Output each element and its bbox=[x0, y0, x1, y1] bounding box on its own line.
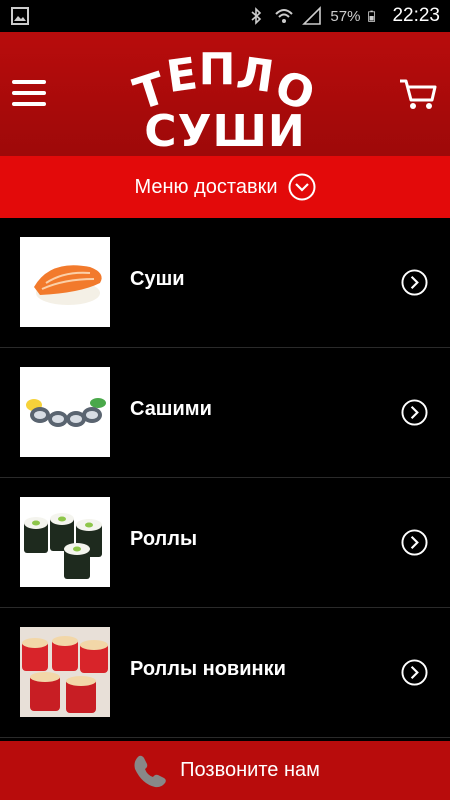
delivery-menu-toggle[interactable]: Меню доставки bbox=[0, 156, 450, 218]
chevron-right-circle-icon bbox=[401, 529, 428, 556]
battery-icon bbox=[368, 10, 376, 22]
call-us-label: Позвоните нам bbox=[180, 759, 320, 781]
chevron-right-circle-icon bbox=[401, 659, 428, 686]
sashimi-image bbox=[20, 367, 110, 457]
cart-icon[interactable] bbox=[398, 76, 438, 112]
new-rolls-image bbox=[20, 627, 110, 717]
menu-line bbox=[12, 80, 46, 84]
category-item-new-rolls[interactable]: Роллы новинки bbox=[0, 608, 450, 738]
menu-line bbox=[12, 91, 46, 95]
delivery-menu-label: Меню доставки bbox=[134, 175, 278, 198]
rolls-image bbox=[20, 497, 110, 587]
category-label: Суши bbox=[130, 268, 185, 290]
gallery-notification-icon bbox=[11, 7, 29, 25]
app-header: ТЕПЛО СУШИ bbox=[0, 32, 450, 156]
phone-icon bbox=[134, 755, 166, 787]
category-item-sushi[interactable]: Суши bbox=[0, 218, 450, 348]
bluetooth-icon bbox=[251, 7, 262, 25]
category-label: Роллы bbox=[130, 528, 198, 550]
category-item-rolls[interactable]: Роллы bbox=[0, 478, 450, 608]
status-bar: 57% 22:23 bbox=[0, 0, 450, 32]
call-us-button[interactable]: Позвоните нам bbox=[0, 741, 450, 800]
sushi-image bbox=[20, 237, 110, 327]
chevron-right-circle-icon bbox=[401, 269, 428, 296]
category-label: Сашими bbox=[130, 398, 212, 420]
category-list: Суши Сашими Роллы Роллы новинки bbox=[0, 218, 450, 738]
logo-text-bottom: СУШИ bbox=[144, 106, 306, 157]
wifi-icon bbox=[275, 9, 294, 23]
clock: 22:23 bbox=[392, 5, 440, 26]
menu-line bbox=[12, 102, 46, 106]
category-label: Роллы новинки bbox=[130, 658, 286, 680]
hamburger-menu-button[interactable] bbox=[12, 80, 46, 108]
logo-text-top: ТЕПЛО bbox=[127, 44, 323, 122]
chevron-down-circle-icon bbox=[288, 173, 315, 201]
chevron-right-circle-icon bbox=[401, 399, 428, 426]
category-item-sashimi[interactable]: Сашими bbox=[0, 348, 450, 478]
battery-percent: 57% bbox=[330, 7, 361, 25]
logo: ТЕПЛО СУШИ bbox=[100, 32, 350, 156]
signal-icon bbox=[302, 6, 322, 25]
